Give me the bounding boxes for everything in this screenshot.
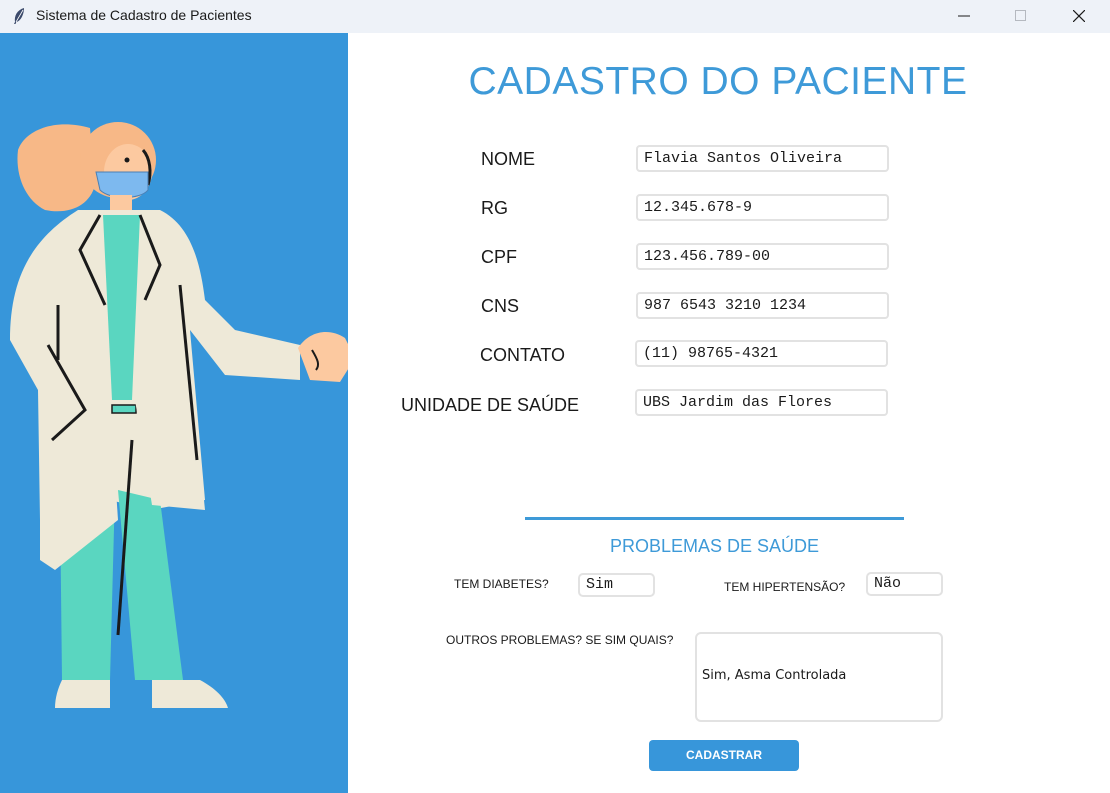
health-section-title: PROBLEMAS DE SAÚDE xyxy=(609,536,820,556)
close-button[interactable] xyxy=(1056,0,1102,33)
cns-label: CNS xyxy=(481,296,520,316)
cpf-label: CPF xyxy=(481,247,517,267)
contato-label: CONTATO xyxy=(480,345,565,365)
rg-label: RG xyxy=(481,198,508,218)
hypertension-label: TEM HIPERTENSÃO? xyxy=(724,580,846,594)
diabetes-label: TEM DIABETES? xyxy=(454,577,549,591)
unidade-field[interactable]: UBS Jardim das Flores xyxy=(635,389,888,416)
illustration-panel xyxy=(0,33,348,793)
minimize-icon xyxy=(958,15,970,17)
minimize-button[interactable] xyxy=(941,0,987,33)
unidade-label: UNIDADE DE SAÚDE xyxy=(401,395,580,415)
feather-icon xyxy=(12,7,26,25)
contato-field[interactable]: (11) 98765-4321 xyxy=(635,340,888,367)
maximize-button[interactable] xyxy=(998,0,1044,33)
cns-field[interactable]: 987 6543 3210 1234 xyxy=(636,292,889,319)
cadastrar-button[interactable]: CADASTRAR xyxy=(649,740,799,771)
section-divider xyxy=(525,517,904,520)
others-textbox[interactable]: Sim, Asma Controlada xyxy=(695,632,943,722)
maximize-icon xyxy=(1015,10,1026,21)
close-icon xyxy=(1073,10,1085,22)
nome-label: NOME xyxy=(481,149,535,169)
rg-field[interactable]: 12.345.678-9 xyxy=(636,194,889,221)
hypertension-field[interactable]: Não xyxy=(866,572,943,596)
window-title: Sistema de Cadastro de Pacientes xyxy=(36,7,252,23)
others-label: OUTROS PROBLEMAS? SE SIM QUAIS? xyxy=(446,633,674,647)
nome-field[interactable]: Flavia Santos Oliveira xyxy=(636,145,889,172)
page-title: CADASTRO DO PACIENTE xyxy=(468,60,968,103)
cpf-field[interactable]: 123.456.789-00 xyxy=(636,243,889,270)
doctor-illustration xyxy=(10,122,348,708)
title-bar: Sistema de Cadastro de Pacientes xyxy=(0,0,1110,33)
diabetes-field[interactable]: Sim xyxy=(578,573,655,597)
